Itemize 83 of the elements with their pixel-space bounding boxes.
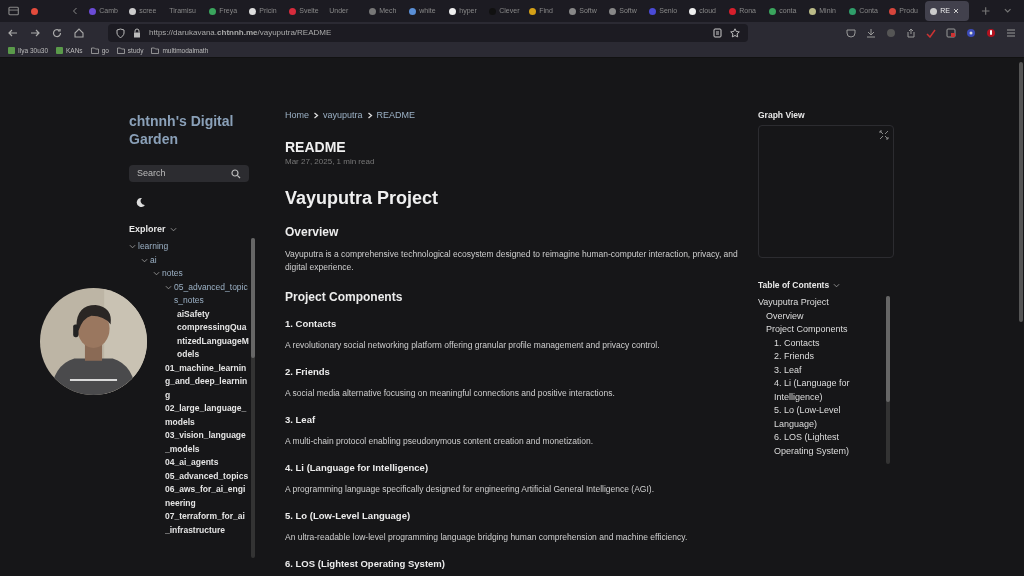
reload-icon[interactable] [52,28,62,38]
site-title[interactable]: chtnnh's Digital Garden [129,112,249,148]
lock-icon [133,28,141,38]
file-item[interactable]: 01_machine_learning_and_deep_learning [165,361,249,402]
site-icon [56,47,63,54]
file-item[interactable]: 05_advanced_topics [165,469,249,483]
folder-icon [90,47,99,54]
folder-icon [116,47,125,54]
bookmark-star-icon[interactable] [730,28,740,38]
file-item[interactable]: 06_aws_for_ai_engineering [165,483,249,510]
section-heading: Project Components [285,290,404,304]
subsection-heading: 1. Contacts [285,318,338,330]
paragraph: A social media alternative focusing on meaningful connections and positive interactions. [285,387,616,400]
graph-view-title: Graph View [758,110,806,120]
toc-link[interactable]: 1. Contacts [758,336,882,350]
chevron-left-icon[interactable] [71,7,80,15]
chevron-right-icon [313,111,319,119]
home-icon[interactable] [74,28,84,38]
paragraph: A programming language specifically designed for engineering Artificial General Intelligence (AGI). [285,483,655,496]
breadcrumb-link[interactable]: Home [285,110,309,120]
subsection-heading: 2. Friends [285,366,331,378]
pocket-icon[interactable] [846,28,856,38]
folder-item[interactable]: notes [153,267,183,281]
folder-item[interactable]: ai [141,253,157,267]
chevron-down-icon[interactable] [169,225,177,233]
toc-link[interactable]: 4. Li (Language for Intelligence) [758,377,882,404]
extension-icon[interactable] [986,28,996,38]
toc-toggle[interactable]: Table of Contents [758,280,894,290]
chevron-right-icon [366,111,373,119]
folder-item[interactable]: learning [129,240,169,254]
toc-link[interactable]: Overview [758,309,882,323]
shield-icon [116,28,125,38]
scrollbar[interactable] [886,296,890,464]
toc-link[interactable]: 6. LOS (Lightest Operating System) [758,431,882,458]
extension-icon[interactable] [966,28,976,38]
paragraph: Vayuputra is a comprehensive technological ecosystem designed to reimagine human-computer interaction, privacy, and digital experience. [285,248,739,274]
tab-overview-icon[interactable] [8,6,20,16]
paragraph: A multi-chain protocol enabling pseudonymous content creation and monetization. [285,435,595,448]
folder-icon [151,47,160,54]
search-field[interactable]: Search [129,165,249,182]
article-heading: Vayuputra Project [285,187,440,209]
download-icon[interactable] [866,28,876,38]
toc-link[interactable]: 2. Friends [758,350,882,364]
toc-link[interactable]: Project Components [758,323,882,337]
toc-link[interactable]: 3. Leaf [758,363,882,377]
menu-icon[interactable] [1006,28,1016,38]
chevron-down-icon[interactable] [1002,6,1012,16]
subsection-heading: 4. Li (Language for Intelligence) [285,462,430,474]
paragraph: A revolutionary social networking platform offering granular profile management and privacy control. [285,339,661,352]
site-icon [8,47,15,54]
scrollbar[interactable] [1019,62,1023,322]
toc-link[interactable]: 5. Lo (Low-Level Language) [758,404,882,431]
subsection-heading: 5. Lo (Low-Level Language) [285,510,412,522]
file-item[interactable]: 03_vision_language_models [165,429,249,456]
toc-link[interactable]: Vayuputra Project [758,296,882,310]
file-item[interactable]: compressingQuantizedLanguageModels [177,321,249,362]
breadcrumb-link[interactable]: vayuputra [323,110,363,120]
close-icon[interactable] [953,8,959,14]
page-meta: Mar 27, 2025, 1 min read [285,157,376,167]
breadcrumb-link[interactable]: README [376,110,416,120]
paragraph: An ultra-readable low-level programming language bridging human comprehension and machine efficiency. [285,531,689,544]
chevron-down-icon[interactable] [833,281,841,289]
file-item[interactable]: aiSafety [177,307,210,321]
share-icon[interactable] [906,28,916,38]
scrollbar[interactable] [251,238,255,558]
file-item[interactable]: 04_ai_agents [165,456,219,470]
search-icon [231,168,241,179]
back-icon[interactable] [8,28,18,38]
explorer-toggle[interactable]: Explorer [129,223,249,235]
file-item[interactable]: 07_terraform_for_ai_infrastructure [165,510,249,537]
url-text: https://darukavana.chtnnh.me/vayuputra/README [149,27,333,39]
forward-icon[interactable] [30,28,40,38]
page-title: README [285,139,347,155]
section-heading: Overview [285,225,340,239]
expand-icon[interactable] [879,130,889,140]
folder-item[interactable]: 05_advanced_topics_notes [165,280,249,308]
dark-mode-moon-icon[interactable] [135,197,146,208]
file-item[interactable]: 02_large_language_models [165,402,249,429]
reader-view-icon[interactable] [713,28,722,38]
subsection-heading: 6. LOS (Lightest Operating System) [285,558,446,570]
new-tab-icon[interactable] [981,6,991,16]
address-bar[interactable]: https://darukavana.chtnnh.me/vayuputra/README [108,24,748,42]
subsection-heading: 3. Leaf [285,414,317,426]
